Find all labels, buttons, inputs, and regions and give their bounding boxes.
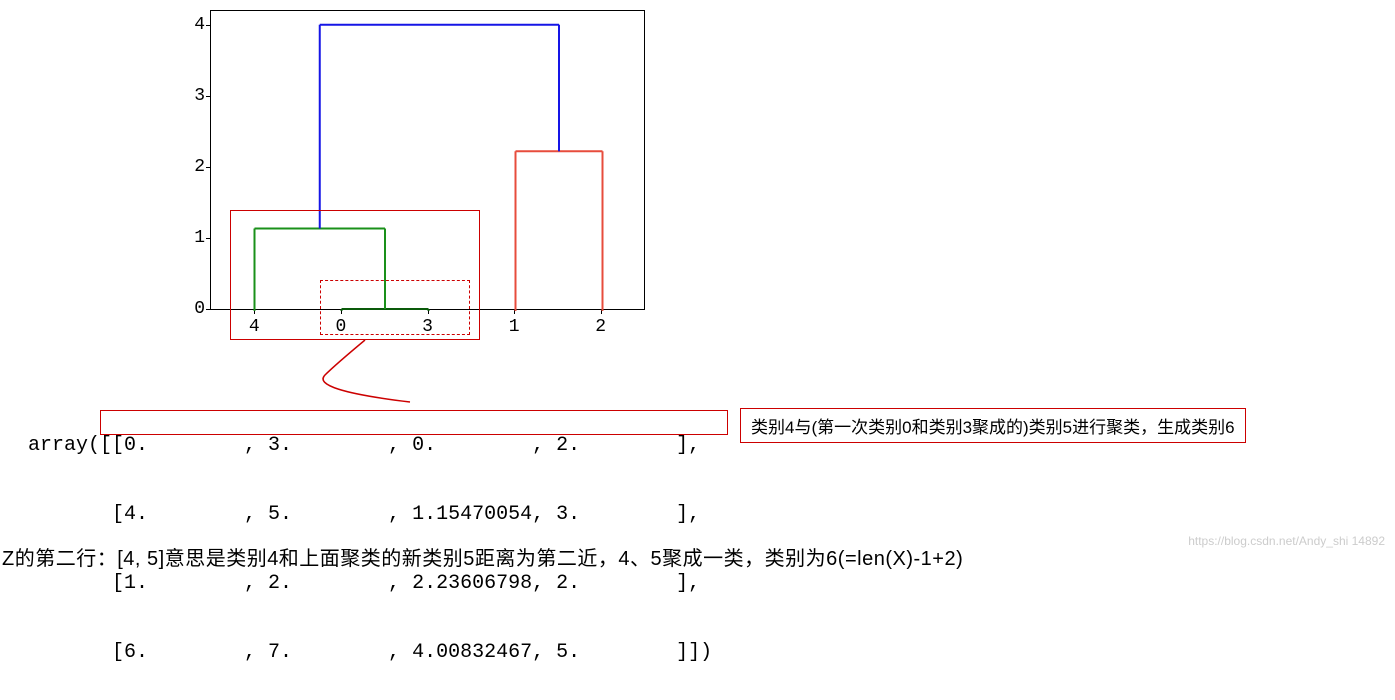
- array-row-1: [4. , 5. , 1.15470054, 3. ],: [28, 503, 712, 526]
- cluster-top: [320, 25, 559, 229]
- bottom-caption: Z的第二行：[4, 5]意思是类别4和上面聚类的新类别5距离为第二近，4、5聚成…: [2, 542, 963, 571]
- cluster-1-2: [516, 151, 603, 311]
- y-tick-2: 2: [175, 157, 205, 177]
- highlight-box-dashed: [320, 280, 470, 335]
- x-label-4: 2: [595, 317, 606, 337]
- array-row-3: [6. , 7. , 4.00832467, 5. ]]): [28, 641, 712, 664]
- array-row-0: array([[0. , 3. , 0. , 2. ],: [28, 434, 712, 457]
- y-tick-1: 1: [175, 228, 205, 248]
- y-tick-3: 3: [175, 86, 205, 106]
- x-label-3: 1: [509, 317, 520, 337]
- y-tick-4: 4: [175, 15, 205, 35]
- array-row-2: [1. , 2. , 2.23606798, 2. ],: [28, 572, 712, 595]
- annotation-label: 类别4与(第一次类别0和类别3聚成的)类别5进行聚类，生成类别6: [740, 408, 1246, 443]
- watermark: https://blog.csdn.net/Andy_shi 14892: [1188, 534, 1385, 548]
- array-row-highlight: [100, 410, 728, 435]
- y-tick-0: 0: [175, 299, 205, 319]
